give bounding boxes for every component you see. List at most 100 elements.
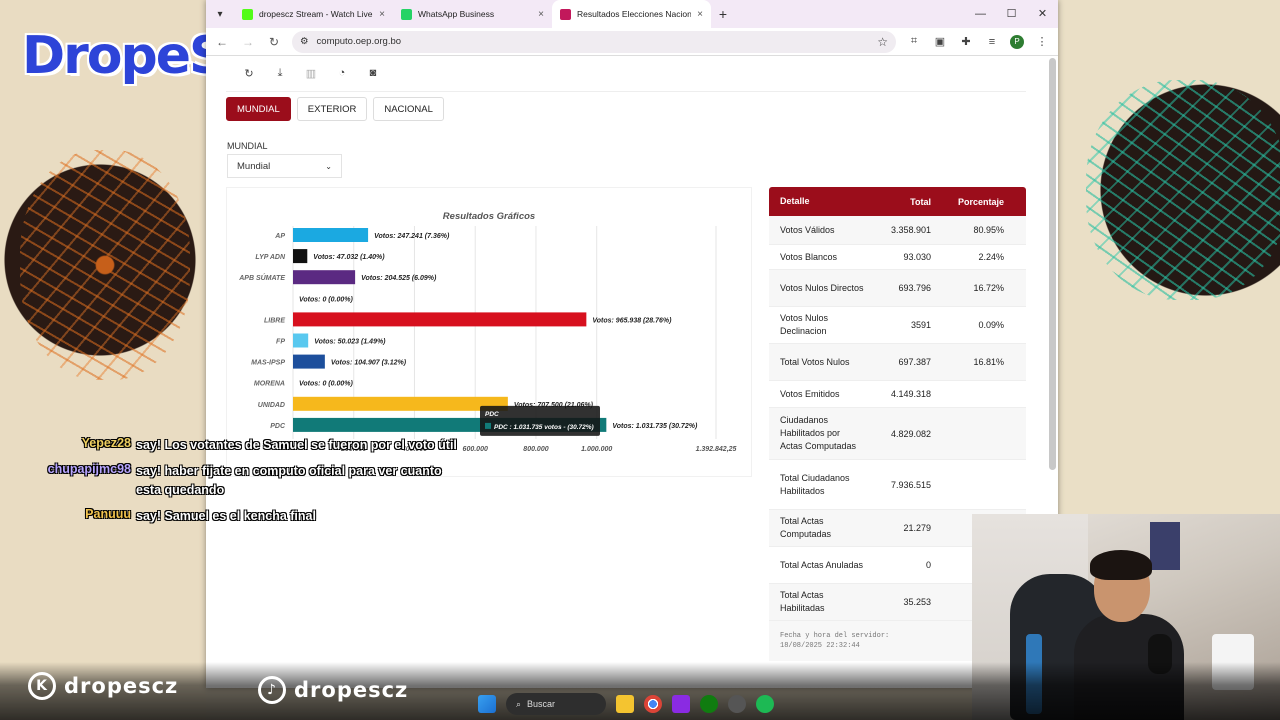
close-tab-icon[interactable]: × bbox=[379, 9, 385, 20]
windows-start-icon[interactable] bbox=[478, 695, 496, 713]
scope-nacional-button[interactable]: NACIONAL bbox=[373, 97, 444, 121]
cell-pct: 0.09% bbox=[978, 320, 1004, 330]
file-explorer-icon[interactable] bbox=[616, 695, 634, 713]
tab-search-icon[interactable]: ▾ bbox=[206, 0, 234, 28]
minimize-icon[interactable]: — bbox=[965, 0, 996, 28]
cell-detalle: Total Actas Habilitadas bbox=[780, 590, 825, 613]
y-category-label: LIBRE bbox=[264, 317, 285, 324]
reload-icon[interactable]: ↻ bbox=[266, 35, 282, 49]
close-tab-icon[interactable]: × bbox=[538, 9, 544, 20]
profile-avatar[interactable]: P bbox=[1010, 34, 1024, 49]
tooltip-text: PDC : 1.031.735 votos - (30.72%) bbox=[494, 424, 594, 431]
header-porcentaje: Porcentaje bbox=[957, 196, 1004, 207]
image-icon[interactable]: ▣ bbox=[932, 35, 948, 48]
taskbar-search[interactable]: ⌕ Buscar bbox=[506, 693, 606, 715]
y-category-label: MAS-IPSP bbox=[251, 360, 285, 367]
tab-stream[interactable]: dropescz Stream - Watch Live o × bbox=[234, 0, 393, 28]
menu-kebab-icon[interactable]: ⋮ bbox=[1034, 35, 1050, 48]
translate-icon[interactable]: ⌗ bbox=[906, 35, 922, 48]
cell-detalle: Votos Nulos Declinacion bbox=[780, 313, 829, 336]
cell-pct: 16.72% bbox=[973, 283, 1004, 293]
scope-exterior-button[interactable]: EXTERIOR bbox=[296, 97, 368, 121]
heart-artwork-teal bbox=[1086, 80, 1280, 300]
extensions-icon[interactable]: ✚ bbox=[958, 35, 974, 48]
webcam-poster bbox=[1150, 522, 1180, 570]
y-category-label: PDC bbox=[270, 423, 286, 430]
site-info-icon[interactable]: ⚙ bbox=[300, 36, 309, 47]
scope-mundial-button[interactable]: MUNDIAL bbox=[226, 97, 291, 121]
chat-username: Panuuu bbox=[85, 507, 131, 521]
window-controls: — ☐ ✕ bbox=[965, 0, 1058, 28]
download-icon[interactable]: ⤓ bbox=[269, 67, 291, 83]
url-text: computo.oep.org.bo bbox=[316, 36, 402, 47]
cell-total: 93.030 bbox=[903, 252, 931, 262]
steam-icon[interactable] bbox=[728, 695, 746, 713]
camera-icon[interactable]: ◙ bbox=[362, 67, 384, 83]
y-category-label: LYP ADN bbox=[255, 254, 286, 261]
tab-whatsapp[interactable]: WhatsApp Business × bbox=[393, 0, 552, 28]
tab-title: dropescz Stream - Watch Live o bbox=[259, 9, 374, 19]
table-row: Total Votos Nulos 697.387 16.81% bbox=[769, 344, 1026, 381]
bar-fp bbox=[293, 333, 309, 348]
cell-detalle: Ciudadanos Habilitados por Actas Computa… bbox=[780, 415, 857, 451]
bookmark-star-icon[interactable]: ☆ bbox=[877, 35, 888, 49]
tab-resultados[interactable]: Resultados Elecciones Nacional × bbox=[552, 0, 711, 28]
page-scrollbar[interactable] bbox=[1049, 58, 1056, 470]
browser-window: ▾ dropescz Stream - Watch Live o × Whats… bbox=[206, 0, 1058, 688]
back-icon[interactable]: ← bbox=[214, 35, 230, 49]
cell-detalle: Total Votos Nulos bbox=[780, 356, 850, 367]
bar-ap bbox=[293, 228, 369, 242]
cell-total: 0 bbox=[925, 560, 931, 570]
media-icon[interactable]: ≡ bbox=[984, 36, 1000, 48]
bar-data-label: Votos: 965.938 (28.76%) bbox=[592, 317, 672, 324]
bar-data-label: Votos: 47.032 (1.40%) bbox=[313, 254, 385, 261]
tiktok-logo-icon: ♪ bbox=[258, 676, 286, 704]
forward-icon[interactable]: → bbox=[240, 35, 256, 49]
spotify-icon[interactable] bbox=[756, 695, 774, 713]
close-tab-icon[interactable]: × bbox=[697, 9, 703, 20]
cell-total: 35.253 bbox=[903, 597, 931, 607]
chat-message: Panuuu say! Samuel es el kencha final bbox=[30, 507, 460, 526]
stream-logo: DropeScz bbox=[22, 26, 206, 86]
chat-username: Yepez28 bbox=[81, 436, 131, 450]
app-icon[interactable] bbox=[672, 695, 690, 713]
chat-text: say! Samuel es el kencha final bbox=[136, 509, 316, 523]
chat-message: Yepez28 say! Los votantes de Samuel se f… bbox=[30, 436, 460, 455]
chat-username: chupapijmc98 bbox=[47, 462, 131, 476]
filter-label: MUNDIAL bbox=[227, 141, 268, 151]
new-tab-button[interactable]: + bbox=[711, 0, 735, 28]
table-header: Detalle Total Porcentaje bbox=[769, 187, 1026, 216]
cell-total: 3.358.901 bbox=[890, 225, 931, 235]
chat-overlay: Yepez28 say! Los votantes de Samuel se f… bbox=[30, 436, 460, 533]
table-row: Votos Nulos Directos 693.796 16.72% bbox=[769, 270, 1026, 307]
chrome-icon[interactable] bbox=[644, 695, 662, 713]
chart-card: Resultados Gráficos 200.000 400.000 600.00… bbox=[226, 187, 752, 477]
kick-logo-icon: K bbox=[28, 672, 56, 700]
pie-chart-icon[interactable]: ◔ bbox=[331, 67, 353, 83]
streamer-hair bbox=[1090, 550, 1152, 580]
cell-total: 4.149.318 bbox=[890, 389, 931, 399]
chevron-down-icon: ⌄ bbox=[325, 161, 332, 171]
bar-data-label: Votos: 204.525 (6.09%) bbox=[361, 275, 437, 282]
chat-message: chupapijmc98 say! haber fijate en comput… bbox=[30, 462, 460, 500]
bar-libre bbox=[293, 312, 587, 327]
bar-chart-icon[interactable]: ▥ bbox=[300, 67, 322, 83]
table-row: Votos Válidos 3.358.901 80.95% bbox=[769, 216, 1026, 245]
xbox-icon[interactable] bbox=[700, 695, 718, 713]
windows-taskbar: ⌕ Buscar bbox=[478, 690, 774, 718]
bar-data-label: Votos: 247.241 (7.36%) bbox=[374, 233, 450, 240]
bar-mas-ipsp bbox=[293, 354, 325, 369]
tab-title: WhatsApp Business bbox=[418, 9, 495, 19]
cell-detalle: Total Actas Anuladas bbox=[780, 559, 864, 570]
maximize-icon[interactable]: ☐ bbox=[996, 0, 1027, 28]
chat-text: say! haber fijate en computo oficial par… bbox=[136, 464, 442, 497]
url-bar[interactable]: ⚙ computo.oep.org.bo ☆ bbox=[292, 30, 896, 53]
refresh-icon[interactable]: ↻ bbox=[238, 67, 260, 83]
table-row: Total Ciudadanos Habilitados 7.936.515 bbox=[769, 460, 1026, 510]
y-category-label: MORENA bbox=[254, 381, 285, 388]
filter-select[interactable]: Mundial ⌄ bbox=[227, 154, 342, 178]
cell-detalle: Total Actas Computadas bbox=[780, 516, 832, 539]
close-window-icon[interactable]: ✕ bbox=[1027, 0, 1058, 28]
tooltip-title: PDC bbox=[485, 411, 499, 418]
page-content: ↻ ⤓ ▥ ◔ ◙ MUNDIAL EXTERIOR NACIONAL MUND… bbox=[206, 57, 1058, 688]
